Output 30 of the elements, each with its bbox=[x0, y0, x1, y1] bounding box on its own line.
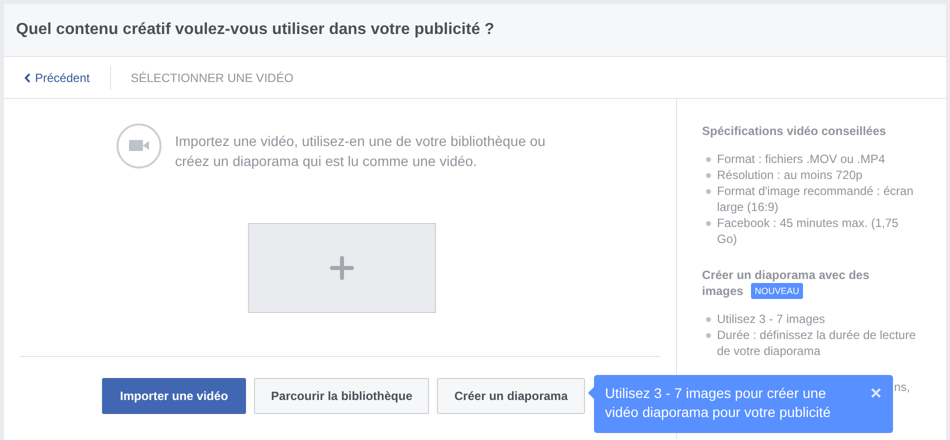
spec-item: ns, bbox=[894, 380, 910, 394]
new-badge: NOUVEAU bbox=[750, 283, 804, 299]
section-heading: images bbox=[702, 284, 744, 298]
action-button[interactable]: Créer un diaporama bbox=[437, 378, 585, 414]
action-button[interactable]: Parcourir la bibliothèque bbox=[254, 378, 430, 414]
bullet-icon bbox=[706, 221, 711, 226]
bullet-icon bbox=[706, 173, 711, 178]
upload-description: Importez une vidéo, utilisez-en une de votre bibliothèque ou créez un diaporama qui est lu comme une vidéo. bbox=[175, 132, 546, 171]
video-camera-icon bbox=[116, 123, 162, 169]
spec-item: Facebook : 45 minutes max. (1,75 Go) bbox=[717, 215, 900, 247]
dialog-title: Quel contenu créatif voulez-vous utiliser dans votre publicité ? bbox=[16, 21, 494, 39]
back-link[interactable]: Précédent bbox=[24, 66, 111, 90]
section-heading: Spécifications vidéo conseillées bbox=[702, 124, 886, 138]
step-title: SÉLECTIONNER UNE VIDÉO bbox=[130, 70, 294, 84]
bullet-icon bbox=[706, 317, 711, 322]
spec-item: Résolution : au moins 720p bbox=[717, 167, 864, 183]
tooltip-text: Utilisez 3 - 7 images pour créer une vidéo diaporama pour votre publicité bbox=[605, 385, 831, 420]
chevron-left-icon bbox=[24, 72, 31, 82]
add-media-tile[interactable] bbox=[248, 223, 436, 313]
close-icon[interactable] bbox=[871, 388, 881, 398]
bullet-icon bbox=[706, 189, 711, 194]
section-heading: Créer un diaporama avec des bbox=[702, 267, 870, 283]
spec-item: Utilisez 3 - 7 images bbox=[717, 311, 826, 327]
import-video-button[interactable]: Importer une vidéo bbox=[102, 378, 246, 414]
spec-item: Format d'image recommandé : écran large (16:9) bbox=[717, 183, 914, 215]
bullet-icon bbox=[706, 333, 711, 338]
plus-icon bbox=[330, 256, 354, 280]
spec-item: Durée : définissez la durée de lecture de votre diaporama bbox=[717, 327, 917, 359]
spec-item: Format : fichiers .MOV ou .MP4 bbox=[717, 151, 886, 167]
bullet-icon bbox=[706, 157, 711, 162]
